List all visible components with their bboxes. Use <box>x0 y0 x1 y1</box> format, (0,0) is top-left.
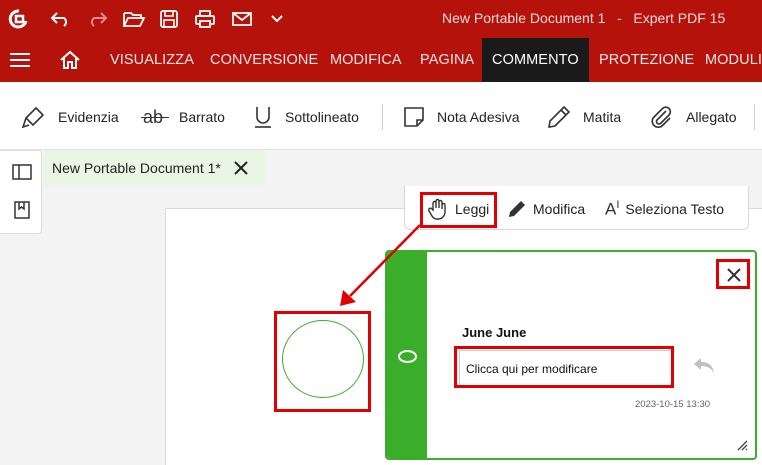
menu-protezione[interactable]: PROTEZIONE <box>599 38 694 82</box>
highlight-box-read-button <box>420 192 497 228</box>
ribbon-divider <box>382 104 383 130</box>
highlight-box-close <box>716 259 750 289</box>
sticky-note-icon <box>404 107 424 127</box>
comment-author: June June <box>462 325 527 340</box>
strikethrough-button[interactable]: ab Barrato <box>141 104 225 130</box>
side-panel <box>0 150 42 234</box>
sticky-note-label: Nota Adesiva <box>437 109 520 125</box>
attachment-label: Allegato <box>686 109 737 125</box>
menu-moduli[interactable]: MODULI <box>705 38 762 82</box>
window-title: New Portable Document 1 - Expert PDF 15 <box>442 10 726 26</box>
select-text-button[interactable]: AI Seleziona Testo <box>605 196 724 222</box>
edit-mode-button[interactable]: Modifica <box>507 196 585 222</box>
comment-ribbon: Evidenzia ab Barrato Sottolineato Nota A… <box>0 82 762 150</box>
print-icon[interactable] <box>193 8 217 30</box>
paperclip-icon <box>651 106 672 128</box>
pencil-icon <box>548 105 571 128</box>
hamburger-menu-icon[interactable] <box>10 38 32 82</box>
ribbon-divider <box>754 104 755 130</box>
oval-annotation-icon <box>398 350 417 363</box>
highlight-box-comment <box>454 346 674 388</box>
underline-button[interactable]: Sottolineato <box>253 104 359 130</box>
undo-icon[interactable] <box>50 8 72 30</box>
customize-chevron-icon[interactable] <box>268 8 286 30</box>
app-logo-icon[interactable] <box>8 8 30 30</box>
close-tab-icon[interactable] <box>232 159 250 177</box>
resize-grip-icon[interactable] <box>736 439 748 451</box>
panel-toggle-icon[interactable] <box>12 162 32 182</box>
title-bar: New Portable Document 1 - Expert PDF 15 <box>0 0 762 38</box>
highlighter-icon <box>21 106 45 129</box>
menu-bar: VISUALIZZA CONVERSIONE MODIFICA PAGINA C… <box>0 38 762 82</box>
highlight-button[interactable]: Evidenzia <box>21 104 119 130</box>
document-tab-title: New Portable Document 1* <box>52 160 221 176</box>
redo-icon[interactable] <box>86 8 108 30</box>
email-icon[interactable] <box>230 8 254 30</box>
underline-label: Sottolineato <box>285 109 359 125</box>
menu-commento[interactable]: COMMENTO <box>482 38 589 82</box>
document-tab[interactable]: New Portable Document 1* <box>44 150 266 186</box>
pencil-label: Matita <box>583 109 622 125</box>
edit-pencil-icon <box>509 201 525 217</box>
menu-visualizza[interactable]: VISUALIZZA <box>110 38 194 82</box>
edit-mode-label: Modifica <box>533 201 586 217</box>
attachment-button[interactable]: Allegato <box>650 104 737 130</box>
menu-pagina[interactable]: PAGINA <box>420 38 474 82</box>
sticky-note-button[interactable]: Nota Adesiva <box>403 104 520 130</box>
open-folder-icon[interactable] <box>122 8 146 30</box>
highlight-box-circle <box>274 311 371 412</box>
reply-icon[interactable] <box>693 356 715 374</box>
bookmark-icon[interactable] <box>12 200 32 220</box>
select-text-label: Seleziona Testo <box>625 201 724 217</box>
save-icon[interactable] <box>158 8 180 30</box>
menu-conversione[interactable]: CONVERSIONE <box>210 38 318 82</box>
strikethrough-icon: ab <box>141 107 169 128</box>
pencil-button[interactable]: Matita <box>547 104 621 130</box>
underline-icon <box>255 107 271 128</box>
home-icon[interactable] <box>60 38 82 82</box>
text-cursor-icon: AI <box>605 198 620 219</box>
comment-timestamp: 2023-10-15 13:30 <box>635 399 711 410</box>
highlight-label: Evidenzia <box>58 109 119 125</box>
strikethrough-label: Barrato <box>179 109 225 125</box>
menu-modifica[interactable]: MODIFICA <box>330 38 402 82</box>
